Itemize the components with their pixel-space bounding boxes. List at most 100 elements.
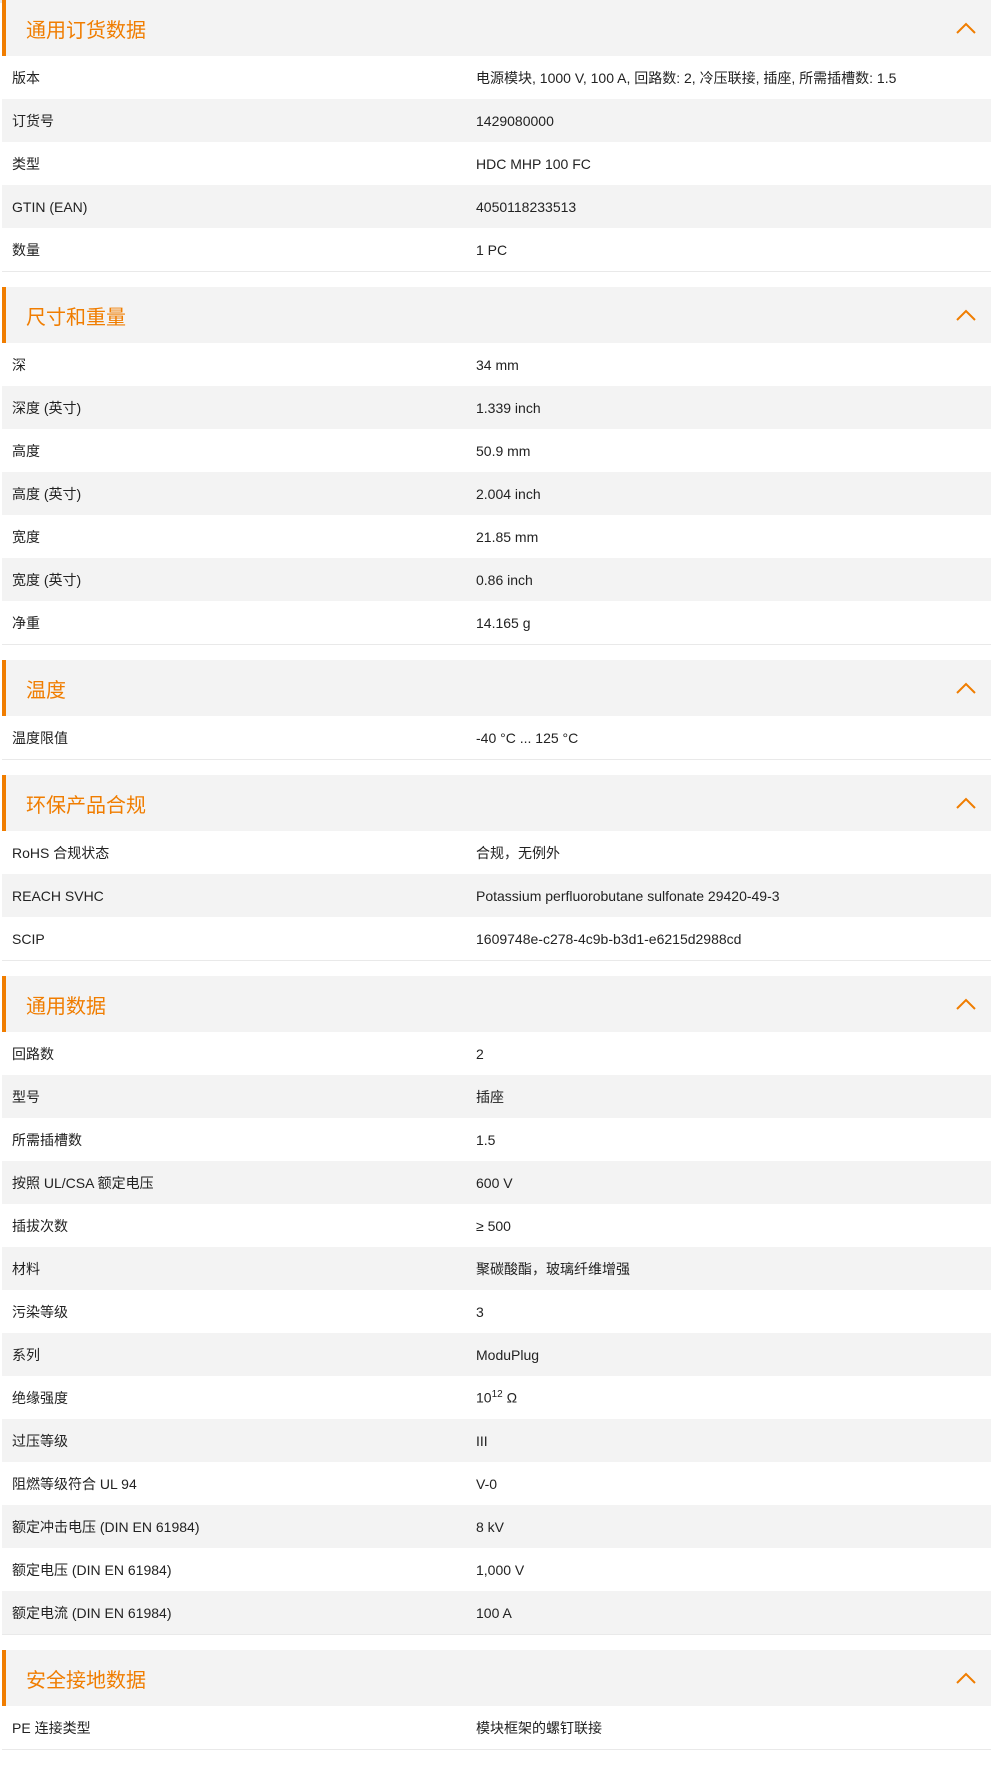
spec-label: 插拔次数 xyxy=(12,1217,68,1234)
chevron-up-icon[interactable] xyxy=(955,681,977,695)
chevron-up-icon[interactable] xyxy=(955,997,977,1011)
section-gap xyxy=(0,760,991,775)
spec-label: 额定电压 (DIN EN 61984) xyxy=(12,1561,172,1578)
section-ordering-data: 通用订货数据版本 电源模块, 1000 V, 100 A, 回路数: 2, 冷压联… xyxy=(2,0,991,272)
spec-row: REACH SVHC Potassium perfluorobutane sulf… xyxy=(2,874,991,917)
spec-value: 50.9 mm xyxy=(476,442,531,459)
spec-label: PE 连接类型 xyxy=(12,1719,91,1736)
spec-label: SCIP xyxy=(12,930,45,947)
spec-row: 插拔次数 ≥ 500 xyxy=(2,1204,991,1247)
section-rows: RoHS 合规状态 合规，无例外 REACH SVHC Potassium perfl… xyxy=(2,831,991,960)
spec-value: 1609748e-c278-4c9b-b3d1-e6215d2988cd xyxy=(476,930,742,947)
spec-row: 回路数 2 xyxy=(2,1032,991,1075)
spec-label: 过压等级 xyxy=(12,1432,68,1449)
spec-value: 2.004 inch xyxy=(476,485,541,502)
spec-value: III xyxy=(476,1432,488,1449)
spec-label: 型号 xyxy=(12,1088,40,1105)
spec-row: 按照 UL/CSA 额定电压 600 V xyxy=(2,1161,991,1204)
spec-value-unit: Ω xyxy=(502,1389,518,1406)
spec-label: 绝缘强度 xyxy=(12,1389,68,1406)
section-title: 温度 xyxy=(26,679,66,702)
spec-label: 宽度 xyxy=(12,528,40,545)
section-header-temperature[interactable]: 温度 xyxy=(2,660,991,716)
spec-row: 所需插槽数 1.5 xyxy=(2,1118,991,1161)
spec-value: 21.85 mm xyxy=(476,528,539,545)
section-gap xyxy=(0,645,991,660)
section-environmental-compliance: 环保产品合规 RoHS 合规状态 合规，无例外 REACH SVHC Potassium… xyxy=(2,775,991,961)
spec-row: 版本 电源模块, 1000 V, 100 A, 回路数: 2, 冷压联接, 插座,… xyxy=(2,56,991,99)
spec-value-base: 10 xyxy=(476,1389,492,1406)
spec-row: 深 34 mm xyxy=(2,343,991,386)
spec-label: 版本 xyxy=(12,69,40,86)
section-gap xyxy=(0,961,991,976)
spec-row: 额定电流 (DIN EN 61984) 100 A xyxy=(2,1591,991,1634)
spec-row: PE 连接类型 模块框架的螺钉联接 xyxy=(2,1706,991,1749)
spec-label: 额定电流 (DIN EN 61984) xyxy=(12,1604,172,1621)
section-rows: 深 34 mm 深度 (英寸) 1.339 inch 高度 50.9 mm 高度 (英寸) 2… xyxy=(2,343,991,644)
spec-value: 1.339 inch xyxy=(476,399,541,416)
spec-value: 2 xyxy=(476,1045,484,1062)
spec-row: 订货号 1429080000 xyxy=(2,99,991,142)
section-title: 安全接地数据 xyxy=(26,1669,146,1692)
spec-label: 所需插槽数 xyxy=(12,1131,82,1148)
chevron-up-icon[interactable] xyxy=(955,21,977,35)
section-header-environmental-compliance[interactable]: 环保产品合规 xyxy=(2,775,991,831)
spec-row: 材料 聚碳酸酯，玻璃纤维增强 xyxy=(2,1247,991,1290)
spec-row: 数量 1 PC xyxy=(2,228,991,271)
section-rows: PE 连接类型 模块框架的螺钉联接 xyxy=(2,1706,991,1749)
spec-label: 类型 xyxy=(12,155,40,172)
spec-row: 额定电压 (DIN EN 61984) 1,000 V xyxy=(2,1548,991,1591)
chevron-up-icon[interactable] xyxy=(955,796,977,810)
product-spec-page: 通用订货数据版本 电源模块, 1000 V, 100 A, 回路数: 2, 冷压联… xyxy=(0,0,991,1750)
spec-label: 高度 (英寸) xyxy=(12,485,82,502)
spec-value: 3 xyxy=(476,1303,484,1320)
section-gap xyxy=(0,1635,991,1650)
spec-row: SCIP 1609748e-c278-4c9b-b3d1-e6215d2988cd xyxy=(2,917,991,960)
spec-value: 合规，无例外 xyxy=(476,844,560,861)
section-header-ordering-data[interactable]: 通用订货数据 xyxy=(2,0,991,56)
section-header-dimensions-weight[interactable]: 尺寸和重量 xyxy=(2,287,991,343)
spec-label: 材料 xyxy=(12,1260,40,1277)
spec-label: 系列 xyxy=(12,1346,40,1363)
spec-row: 温度限值 -40 °C ... 125 °C xyxy=(2,716,991,759)
spec-value: 聚碳酸酯，玻璃纤维增强 xyxy=(476,1260,630,1277)
spec-label: 高度 xyxy=(12,442,40,459)
spec-value: 4050118233513 xyxy=(476,198,577,215)
section-temperature: 温度温度限值 -40 °C ... 125 °C xyxy=(2,660,991,760)
section-title: 通用数据 xyxy=(26,995,106,1018)
section-general-data: 通用数据 回路数 2 型号 插座 所需插槽数 1.5 按照 UL/CSA 额定电压 600 V 插… xyxy=(2,976,991,1635)
section-dimensions-weight: 尺寸和重量深 34 mm 深度 (英寸) 1.339 inch 高度 50.9 mm 高度 … xyxy=(2,287,991,645)
spec-label: 数量 xyxy=(12,241,40,258)
spec-value: 14.165 g xyxy=(476,614,531,631)
spec-label: 宽度 (英寸) xyxy=(12,571,82,588)
spec-row: 型号 插座 xyxy=(2,1075,991,1118)
spec-row: RoHS 合规状态 合规，无例外 xyxy=(2,831,991,874)
chevron-up-icon[interactable] xyxy=(955,308,977,322)
section-rows: 回路数 2 型号 插座 所需插槽数 1.5 按照 UL/CSA 额定电压 600 V 插拔次数 ≥… xyxy=(2,1032,991,1634)
spec-row: 高度 (英寸) 2.004 inch xyxy=(2,472,991,515)
spec-value: Potassium perfluorobutane sulfonate 2942… xyxy=(476,887,780,904)
spec-value: -40 °C ... 125 °C xyxy=(476,729,579,746)
spec-row: 额定冲击电压 (DIN EN 61984) 8 kV xyxy=(2,1505,991,1548)
section-gap xyxy=(0,272,991,287)
spec-value: 8 kV xyxy=(476,1518,505,1535)
spec-label: 订货号 xyxy=(12,112,54,129)
section-header-general-data[interactable]: 通用数据 xyxy=(2,976,991,1032)
spec-label: RoHS 合规状态 xyxy=(12,844,110,861)
section-header-protective-earth-data[interactable]: 安全接地数据 xyxy=(2,1650,991,1706)
spec-label: REACH SVHC xyxy=(12,887,104,904)
spec-row: 宽度 21.85 mm xyxy=(2,515,991,558)
section-protective-earth-data: 安全接地数据 PE 连接类型 模块框架的螺钉联接 xyxy=(2,1650,991,1750)
spec-sections: 通用订货数据版本 电源模块, 1000 V, 100 A, 回路数: 2, 冷压联… xyxy=(0,0,991,1750)
spec-label: 额定冲击电压 (DIN EN 61984) xyxy=(12,1518,200,1535)
chevron-up-icon[interactable] xyxy=(955,1671,977,1685)
spec-value: 34 mm xyxy=(476,356,519,373)
spec-value: 100 A xyxy=(476,1604,512,1621)
spec-label: 温度限值 xyxy=(12,729,68,746)
section-rows: 温度限值 -40 °C ... 125 °C xyxy=(2,716,991,759)
spec-label: 回路数 xyxy=(12,1045,54,1062)
spec-value: 电源模块, 1000 V, 100 A, 回路数: 2, 冷压联接, 插座, 所… xyxy=(476,69,897,86)
spec-label: 深 xyxy=(12,356,26,373)
spec-label: GTIN (EAN) xyxy=(12,198,88,215)
spec-row: 阻燃等级符合 UL 94 V-0 xyxy=(2,1462,991,1505)
